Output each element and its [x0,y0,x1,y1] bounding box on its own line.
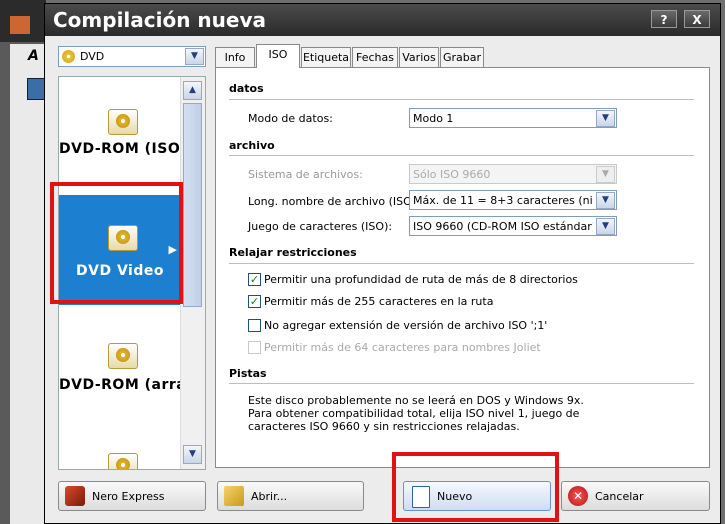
background-panel [10,44,46,524]
juego-caracteres-label: Juego de caracteres (ISO): [248,220,393,233]
nero-logo-icon [10,16,30,34]
sistema-archivos-select: Sólo ISO 9660 ▼ [409,164,617,184]
chevron-right-icon: ▶ [168,243,177,256]
tab-varios[interactable]: Varios [399,47,439,67]
chevron-down-icon: ▼ [596,166,615,183]
tab-fechas[interactable]: Fechas [352,47,398,67]
checkbox-path-depth[interactable]: ✓ [248,273,261,286]
tab-grabar[interactable]: Grabar [440,47,484,67]
open-label: Abrir... [251,490,288,503]
divider [229,99,694,100]
checkbox-joliet [248,341,261,354]
list-item-label: DVD Video [76,263,164,279]
scroll-thumb[interactable] [183,103,202,307]
list-scrollbar[interactable]: ▲ ▼ [180,77,205,469]
disc-icon [108,453,138,469]
modo-datos-label: Modo de datos: [248,112,333,125]
media-type-select[interactable]: DVD ▼ [58,46,206,67]
modo-datos-value: Modo 1 [413,112,454,125]
background-app: A [0,0,46,524]
hint-text: Este disco probablemente no se leerá en … [248,394,584,433]
chevron-down-icon[interactable]: ▼ [596,218,615,235]
new-button[interactable]: Nuevo [403,481,551,511]
checkbox-label: No agregar extensión de versión de archi… [264,319,548,332]
checkbox-label: Permitir más de 64 caracteres para nombr… [264,341,541,354]
divider [229,155,694,156]
modo-datos-select[interactable]: Modo 1 ▼ [409,108,617,128]
nero-express-icon [65,486,85,506]
help-button[interactable]: ? [651,10,677,28]
dvd-video-icon [108,225,138,251]
long-nombre-value: Máx. de 11 = 8+3 caracteres (nivel 1 [413,194,593,207]
tab-iso[interactable]: ISO [256,44,300,68]
disc-icon [62,50,75,63]
chevron-down-icon[interactable]: ▼ [596,192,615,209]
checkbox-label: Permitir más de 255 caracteres en la rut… [264,295,494,308]
juego-caracteres-value: ISO 9660 (CD-ROM ISO estándar) [413,220,593,233]
chevron-down-icon[interactable]: ▼ [185,48,204,65]
cancel-label: Cancelar [595,490,644,503]
nero-express-label: Nero Express [92,490,165,503]
sistema-archivos-label: Sistema de archivos: [248,168,363,181]
list-item-label: DVD-ROM (ISO) [59,141,181,157]
checkbox-label: Permitir una profundidad de ruta de más … [264,273,578,286]
juego-caracteres-select[interactable]: ISO 9660 (CD-ROM ISO estándar) ▼ [409,216,617,236]
list-item-selected[interactable]: DVD Video ▶ [59,195,181,305]
background-menu-letter: A [28,48,39,64]
dialog-title: Compilación nueva [53,8,267,32]
compilation-type-list: DVD-ROM (ISO) DVD Video ▶ DVD-ROM (arran… [58,76,206,470]
dvd-rom-iso-icon [108,109,138,135]
media-type-value: DVD [80,50,105,63]
title-bar: Compilación nueva ? X [45,4,720,36]
sistema-archivos-value: Sólo ISO 9660 [413,168,491,181]
tab-info[interactable]: Info [215,47,255,67]
check-icon: ✓ [249,273,260,286]
iso-tab-panel: datos Modo de datos: Modo 1 ▼ archivo Si… [215,67,710,468]
section-datos: datos [229,82,264,95]
check-icon: ✓ [249,295,260,308]
folder-open-icon [224,486,244,506]
cancel-button[interactable]: ✕ Cancelar [561,481,710,511]
cancel-icon: ✕ [568,486,588,506]
new-document-icon [412,486,430,508]
dvd-rom-boot-icon [108,343,138,369]
list-item-label: DVD-ROM (arranque) [59,377,181,393]
scroll-up-icon[interactable]: ▲ [183,81,202,100]
section-relajar: Relajar restricciones [229,246,357,259]
section-pistas: Pistas [229,367,267,380]
list-item[interactable]: DVD-ROM (ISO) [59,77,181,177]
checkbox-no-version[interactable] [248,319,261,332]
long-nombre-label: Long. nombre de archivo (ISO): [248,195,420,208]
checkbox-path-length[interactable]: ✓ [248,295,261,308]
scroll-down-icon[interactable]: ▼ [183,445,202,464]
tab-etiqueta[interactable]: Etiqueta [301,47,351,67]
new-compilation-dialog: Compilación nueva ? X DVD ▼ DVD-ROM (ISO… [44,3,721,524]
long-nombre-select[interactable]: Máx. de 11 = 8+3 caracteres (nivel 1 ▼ [409,190,617,210]
close-button[interactable]: X [684,10,710,28]
divider [229,383,694,384]
chevron-down-icon[interactable]: ▼ [596,110,615,127]
divider [229,263,694,264]
new-label: Nuevo [437,490,473,503]
list-item[interactable]: DVD-ROM (arranque) [59,315,181,425]
nero-express-button[interactable]: Nero Express [58,481,206,511]
document-icon [27,78,45,100]
open-button[interactable]: Abrir... [217,481,364,511]
section-archivo: archivo [229,139,275,152]
list-item[interactable] [59,427,181,469]
